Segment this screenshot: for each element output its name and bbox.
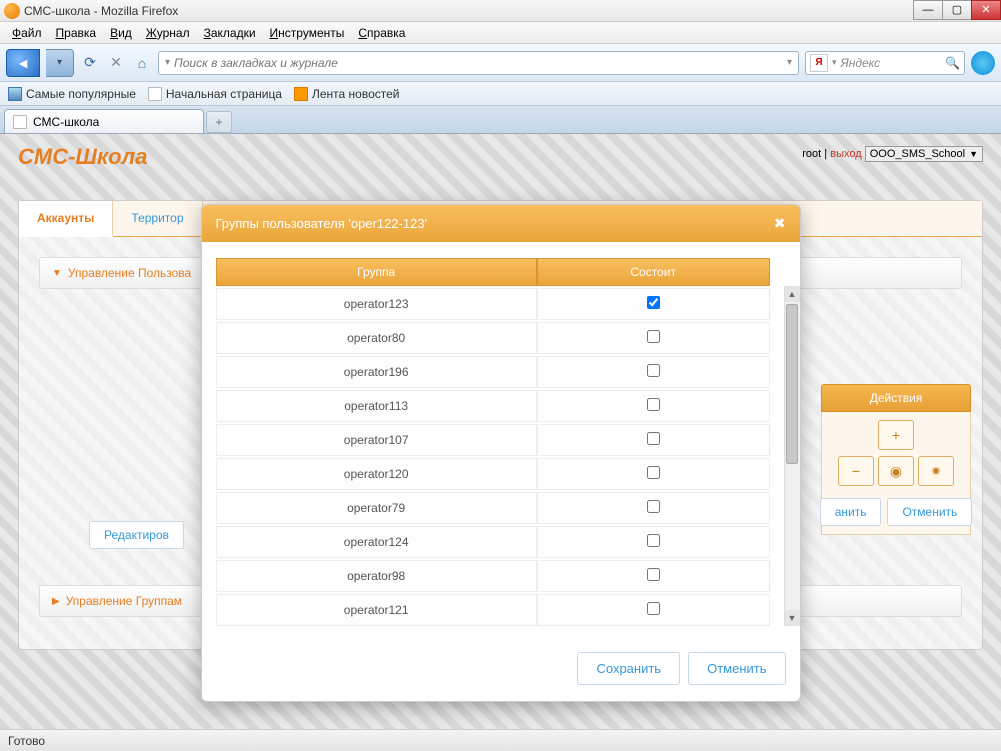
- group-member-cell: [537, 356, 770, 388]
- forward-button[interactable]: ▾: [46, 49, 74, 77]
- reload-button[interactable]: ⟳: [80, 53, 100, 73]
- member-checkbox[interactable]: [647, 534, 660, 547]
- group-member-cell: [537, 390, 770, 422]
- modal-save-button[interactable]: Сохранить: [577, 652, 680, 685]
- group-row: operator124: [216, 526, 770, 558]
- firefox-icon: [4, 3, 20, 19]
- scroll-down-icon[interactable]: ▼: [785, 610, 800, 626]
- group-row: operator121: [216, 594, 770, 626]
- group-name-cell: operator123: [216, 288, 537, 320]
- member-checkbox[interactable]: [647, 398, 660, 411]
- address-input[interactable]: [174, 56, 783, 70]
- member-checkbox[interactable]: [647, 466, 660, 479]
- group-member-cell: [537, 560, 770, 592]
- search-box[interactable]: Я ▾ Яндекс 🔍: [805, 51, 965, 75]
- member-checkbox[interactable]: [647, 296, 660, 309]
- group-member-cell: [537, 492, 770, 524]
- group-name-cell: operator121: [216, 594, 537, 626]
- group-member-cell: [537, 322, 770, 354]
- status-text: Готово: [8, 734, 45, 748]
- modal-overlay: Группы пользователя 'oper122-123' ✖ Груп…: [0, 134, 1001, 729]
- group-name-cell: operator98: [216, 560, 537, 592]
- tab-strip: СМС-школа +: [0, 106, 1001, 134]
- group-row: operator123: [216, 288, 770, 320]
- menu-history[interactable]: Журнал: [140, 24, 196, 42]
- menu-bookmarks[interactable]: Закладки: [198, 24, 262, 42]
- menu-help[interactable]: Справка: [352, 24, 411, 42]
- bookmark-news[interactable]: Лента новостей: [294, 87, 400, 101]
- group-row: operator107: [216, 424, 770, 456]
- group-row: operator98: [216, 560, 770, 592]
- scroll-thumb[interactable]: [786, 304, 798, 464]
- group-row: operator79: [216, 492, 770, 524]
- menu-tools[interactable]: Инструменты: [264, 24, 351, 42]
- group-row: operator196: [216, 356, 770, 388]
- new-tab-button[interactable]: +: [206, 111, 232, 133]
- group-member-cell: [537, 526, 770, 558]
- member-checkbox[interactable]: [647, 602, 660, 615]
- group-row: operator113: [216, 390, 770, 422]
- search-go-icon[interactable]: 🔍: [945, 56, 960, 70]
- bookmark-start[interactable]: Начальная страница: [148, 87, 282, 101]
- group-member-cell: [537, 458, 770, 490]
- group-member-cell: [537, 594, 770, 626]
- tab-label: СМС-школа: [33, 115, 99, 129]
- group-name-cell: operator107: [216, 424, 537, 456]
- address-bar[interactable]: ▾ ▾: [158, 51, 799, 75]
- member-checkbox[interactable]: [647, 364, 660, 377]
- back-button[interactable]: ◄: [6, 49, 40, 77]
- page-viewport: СМС-Школа root | выход OOO_SMS_School▼ А…: [0, 134, 1001, 729]
- bookmark-icon: [8, 87, 22, 101]
- menu-bar: Файл Правка Вид Журнал Закладки Инструме…: [0, 22, 1001, 44]
- maximize-button[interactable]: ▢: [942, 0, 972, 20]
- skype-icon[interactable]: [971, 51, 995, 75]
- search-dropdown-icon[interactable]: ▾: [832, 57, 837, 68]
- member-checkbox[interactable]: [647, 432, 660, 445]
- bookmark-dropdown-icon[interactable]: ▾: [165, 57, 170, 68]
- nav-toolbar: ◄ ▾ ⟳ ✕ ⌂ ▾ ▾ Я ▾ Яндекс 🔍: [0, 44, 1001, 82]
- menu-edit[interactable]: Правка: [50, 24, 103, 42]
- modal-close-button[interactable]: ✖: [774, 215, 786, 232]
- group-member-cell: [537, 288, 770, 320]
- rss-icon: [294, 87, 308, 101]
- page-icon: [148, 87, 162, 101]
- page-icon: [13, 115, 27, 129]
- group-name-cell: operator196: [216, 356, 537, 388]
- window-title: СМС-школа - Mozilla Firefox: [24, 4, 178, 18]
- group-name-cell: operator124: [216, 526, 537, 558]
- scrollbar[interactable]: ▲ ▼: [784, 286, 800, 626]
- browser-tab[interactable]: СМС-школа: [4, 109, 204, 133]
- group-member-cell: [537, 424, 770, 456]
- modal-title: Группы пользователя 'oper122-123': [216, 216, 428, 231]
- group-name-cell: operator80: [216, 322, 537, 354]
- group-row: operator80: [216, 322, 770, 354]
- yandex-icon: Я: [810, 54, 828, 72]
- stop-button[interactable]: ✕: [106, 53, 126, 73]
- home-button[interactable]: ⌂: [132, 53, 152, 73]
- dropdown-icon[interactable]: ▾: [787, 57, 792, 68]
- search-engine-label: Яндекс: [841, 56, 942, 70]
- menu-view[interactable]: Вид: [104, 24, 138, 42]
- bookmarks-bar: Самые популярные Начальная страница Лент…: [0, 82, 1001, 106]
- group-name-cell: operator79: [216, 492, 537, 524]
- column-member: Состоит: [537, 258, 770, 286]
- group-name-cell: operator113: [216, 390, 537, 422]
- member-checkbox[interactable]: [647, 500, 660, 513]
- column-group: Группа: [216, 258, 537, 286]
- window-titlebar: СМС-школа - Mozilla Firefox — ▢ ✕: [0, 0, 1001, 22]
- menu-file[interactable]: Файл: [6, 24, 48, 42]
- member-checkbox[interactable]: [647, 330, 660, 343]
- member-checkbox[interactable]: [647, 568, 660, 581]
- status-bar: Готово: [0, 729, 1001, 751]
- group-row: operator120: [216, 458, 770, 490]
- minimize-button[interactable]: —: [913, 0, 943, 20]
- bookmark-popular[interactable]: Самые популярные: [8, 87, 136, 101]
- user-groups-modal: Группы пользователя 'oper122-123' ✖ Груп…: [201, 204, 801, 702]
- group-name-cell: operator120: [216, 458, 537, 490]
- window-close-button[interactable]: ✕: [971, 0, 1001, 20]
- modal-cancel-button[interactable]: Отменить: [688, 652, 785, 685]
- scroll-up-icon[interactable]: ▲: [785, 286, 800, 302]
